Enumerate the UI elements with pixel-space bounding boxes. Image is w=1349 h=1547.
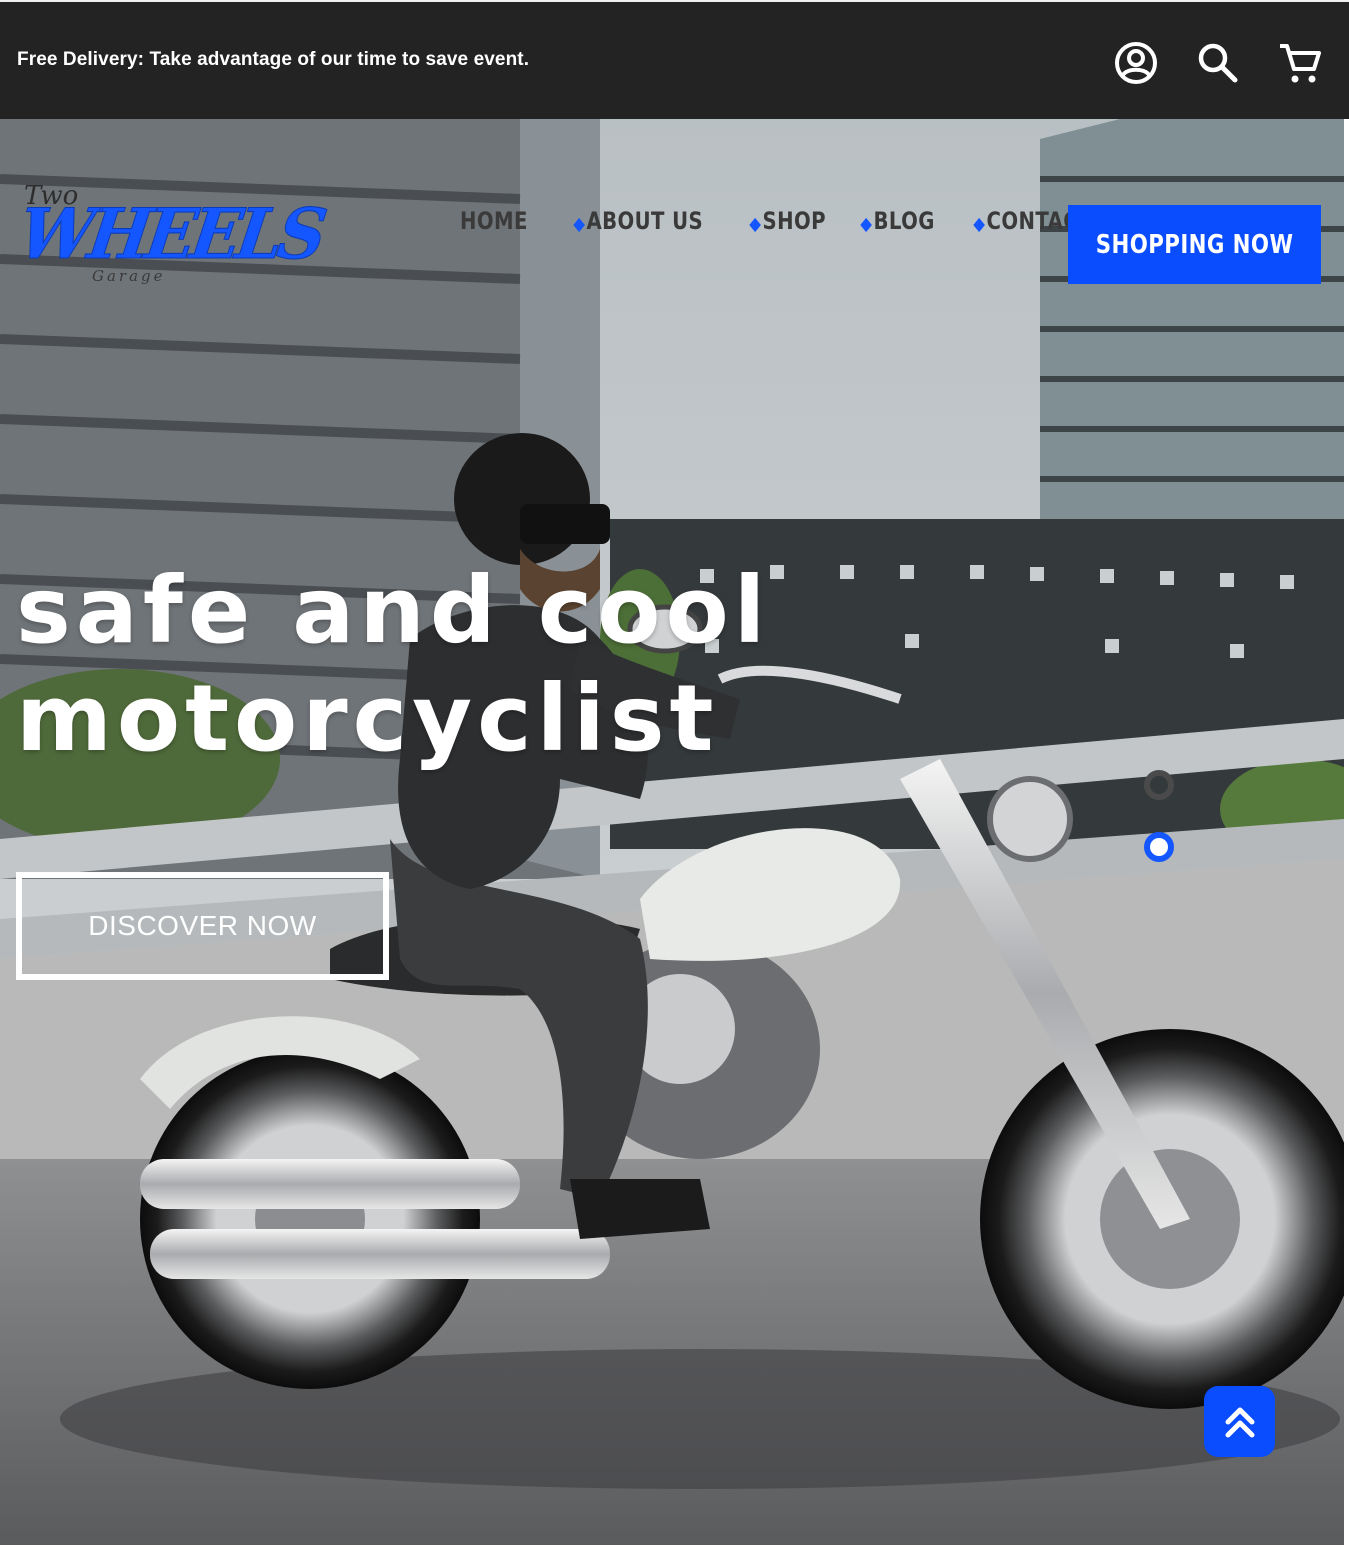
nav-item-label: BLOG (873, 207, 936, 235)
slider-dot-1[interactable] (1144, 770, 1174, 800)
hero-section: Two WHEELS Garage HOME ABOUT US SHOP BLO… (0, 119, 1344, 1545)
logo-main-text: WHEELS (14, 193, 328, 276)
nav-item-label: HOME (460, 207, 528, 235)
announcement-bar: Free Delivery: Take advantage of our tim… (0, 0, 1349, 119)
logo-sub-text: Garage (92, 267, 166, 285)
hero-image (0, 119, 1344, 1545)
discover-now-button[interactable]: DISCOVER NOW (16, 872, 389, 980)
diamond-separator-icon (860, 217, 873, 233)
scroll-to-top-button[interactable] (1204, 1386, 1275, 1457)
brand-logo[interactable]: Two WHEELS Garage (14, 181, 328, 299)
diamond-separator-icon (973, 217, 986, 233)
cart-icon[interactable] (1277, 40, 1323, 86)
discover-now-label: DISCOVER NOW (88, 910, 317, 941)
slider-dot-2-active[interactable] (1144, 832, 1174, 862)
main-nav: HOME ABOUT US SHOP BLOG CONTACT (460, 203, 1118, 239)
announcement-text: Free Delivery: Take advantage of our tim… (17, 49, 530, 70)
nav-item-about-us[interactable]: ABOUT US (573, 207, 703, 235)
headline-line-1: safe and cool (16, 557, 771, 664)
double-chevron-up-icon (1225, 1407, 1254, 1437)
shopping-now-label: SHOPPING NOW (1095, 229, 1294, 260)
nav-item-shop[interactable]: SHOP (749, 207, 826, 235)
page-edge (1344, 119, 1349, 1547)
nav-item-label: ABOUT US (586, 207, 703, 235)
headline-line-2: motorcyclist (16, 665, 719, 772)
search-icon[interactable] (1195, 40, 1241, 86)
diamond-separator-icon (749, 217, 761, 233)
shopping-now-button[interactable]: SHOPPING NOW (1068, 205, 1321, 284)
account-icon[interactable] (1113, 40, 1159, 86)
hero-headline: safe and cool motorcyclist (16, 557, 770, 773)
nav-item-blog[interactable]: BLOG (860, 207, 936, 235)
diamond-separator-icon (573, 217, 585, 233)
nav-item-label: SHOP (762, 207, 826, 235)
nav-item-home[interactable]: HOME (460, 207, 528, 235)
